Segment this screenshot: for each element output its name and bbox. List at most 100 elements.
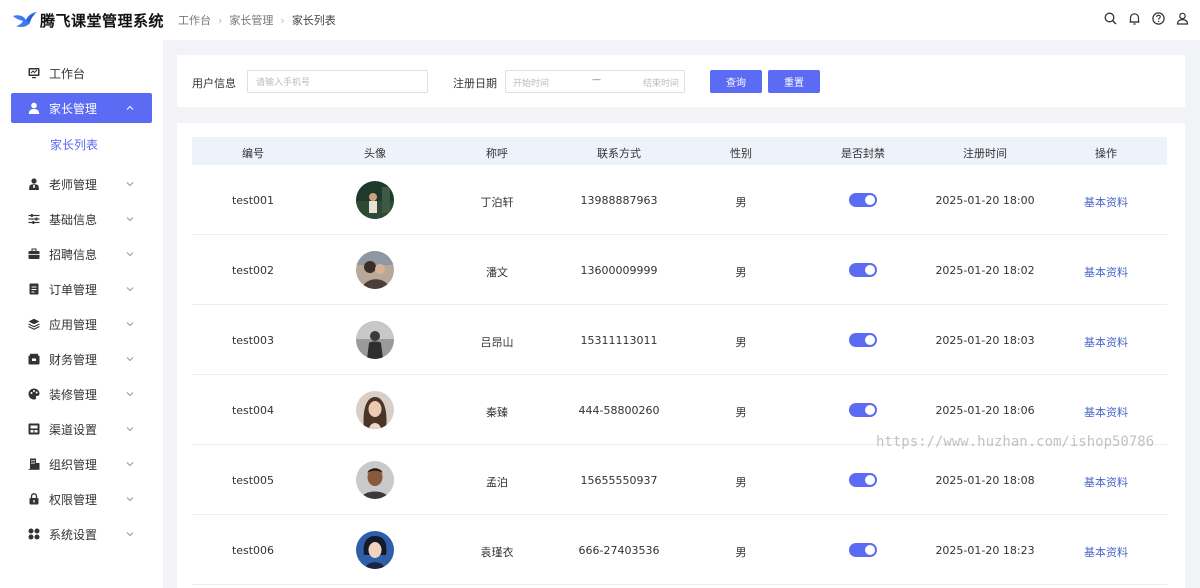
layers-icon — [28, 318, 40, 330]
cell-name: 潘文 — [486, 266, 508, 279]
cell-id: test004 — [231, 404, 275, 417]
reset-button[interactable]: 重置 — [768, 70, 820, 93]
cell-phone: 13600009999 — [580, 264, 658, 277]
sidebar-item-label: 系统设置 — [49, 527, 98, 542]
sidebar-item-label: 权限管理 — [49, 492, 98, 507]
basic-info-link[interactable]: 基本资料 — [1084, 474, 1128, 490]
chevron-down-icon — [126, 357, 134, 362]
cell-gender: 男 — [735, 406, 747, 419]
sidebar-item-parents[interactable]: 家长管理 — [11, 93, 152, 123]
table-row: test003 吕昂山 15311113011 男 2025-01-20 18:… — [192, 305, 1167, 375]
cell-gender: 男 — [735, 546, 747, 559]
basic-info-link[interactable]: 基本资料 — [1084, 264, 1128, 280]
chevron-down-icon — [126, 392, 134, 397]
cell-phone: 444-58800260 — [578, 404, 660, 417]
ban-toggle[interactable] — [849, 473, 877, 487]
ban-toggle[interactable] — [849, 403, 877, 417]
cell-registered: 2025-01-20 18:08 — [935, 474, 1035, 487]
avatar — [356, 181, 394, 219]
toggle-knob — [865, 545, 875, 555]
app-title: 腾飞课堂管理系统 — [40, 11, 165, 30]
sidebar-item-finance[interactable]: 财务管理 — [11, 344, 152, 374]
sidebar-item-label: 家长管理 — [49, 101, 98, 116]
breadcrumb-item-parents[interactable]: 家长管理 — [229, 12, 273, 28]
sidebar-item-channels[interactable]: 渠道设置 — [11, 414, 152, 444]
sidebar-subitem-parent-list[interactable]: 家长列表 — [50, 136, 98, 153]
cell-gender: 男 — [735, 476, 747, 489]
teacher-icon — [28, 178, 40, 190]
cell-phone: 15655550937 — [580, 474, 658, 487]
sliders-icon — [28, 213, 40, 225]
date-separator: — — [592, 75, 601, 85]
chevron-down-icon — [126, 287, 134, 292]
basic-info-link[interactable]: 基本资料 — [1084, 194, 1128, 210]
phone-search-input[interactable]: 请输入手机号 — [247, 70, 428, 93]
sidebar-item-label: 渠道设置 — [49, 422, 98, 437]
app-logo[interactable]: 腾飞课堂管理系统 — [0, 10, 170, 31]
sidebar-item-teachers[interactable]: 老师管理 — [11, 169, 152, 199]
breadcrumb: 工作台 › 家长管理 › 家长列表 — [178, 12, 336, 28]
date-range-picker[interactable]: 开始时间 — 结束时间 — [505, 70, 685, 93]
ban-toggle[interactable] — [849, 263, 877, 277]
toggle-knob — [865, 265, 875, 275]
column-header-actions: 操作 — [1095, 147, 1117, 160]
ban-toggle[interactable] — [849, 193, 877, 207]
search-icon[interactable] — [1103, 11, 1118, 26]
date-end-input[interactable]: 结束时间 — [643, 76, 679, 89]
breadcrumb-chevron-icon: › — [280, 13, 285, 27]
bird-logo-icon — [13, 12, 37, 27]
toggle-knob — [865, 405, 875, 415]
cell-id: test002 — [231, 264, 275, 277]
chevron-up-icon — [126, 105, 134, 110]
ban-toggle[interactable] — [849, 543, 877, 557]
help-icon[interactable] — [1151, 11, 1166, 26]
sidebar-item-workbench[interactable]: 工作台 — [11, 58, 152, 88]
chevron-down-icon — [126, 217, 134, 222]
palette-icon — [28, 388, 40, 400]
sidebar-item-organization[interactable]: 组织管理 — [11, 449, 152, 479]
cell-name: 秦臻 — [486, 406, 508, 419]
cell-name: 丁泊轩 — [480, 196, 514, 209]
sidebar-item-label: 基础信息 — [49, 212, 98, 227]
toggle-knob — [865, 475, 875, 485]
basic-info-link[interactable]: 基本资料 — [1084, 404, 1128, 420]
cell-name: 吕昂山 — [480, 336, 514, 349]
user-icon[interactable] — [1175, 11, 1190, 26]
table-header: 编号 头像 称呼 联系方式 性别 是否封禁 注册时间 操作 — [192, 137, 1167, 165]
wallet-icon — [28, 353, 40, 365]
toggle-knob — [865, 335, 875, 345]
table-row: test005 孟泊 15655550937 男 2025-01-20 18:0… — [192, 445, 1167, 515]
sidebar-item-orders[interactable]: 订单管理 — [11, 274, 152, 304]
sidebar-item-system-settings[interactable]: 系统设置 — [11, 519, 152, 549]
breadcrumb-item-workbench[interactable]: 工作台 — [178, 12, 211, 28]
top-header: 腾飞课堂管理系统 工作台 › 家长管理 › 家长列表 — [0, 0, 1200, 40]
cell-phone: 666-27403536 — [578, 544, 660, 557]
column-header-registered: 注册时间 — [963, 147, 1007, 160]
sidebar-item-label: 招聘信息 — [49, 247, 98, 262]
column-header-phone: 联系方式 — [597, 147, 641, 160]
user-info-label: 用户信息 — [192, 77, 236, 90]
sidebar-item-label: 老师管理 — [49, 177, 98, 192]
chevron-down-icon — [126, 497, 134, 502]
basic-info-link[interactable]: 基本资料 — [1084, 334, 1128, 350]
ban-toggle[interactable] — [849, 333, 877, 347]
chevron-down-icon — [126, 532, 134, 537]
breadcrumb-chevron-icon: › — [218, 13, 223, 27]
basic-info-link[interactable]: 基本资料 — [1084, 544, 1128, 560]
grid-icon — [28, 528, 40, 540]
sidebar-item-label: 应用管理 — [49, 317, 98, 332]
cell-registered: 2025-01-20 18:00 — [935, 194, 1035, 207]
query-button[interactable]: 查询 — [710, 70, 762, 93]
sidebar-item-recruitment[interactable]: 招聘信息 — [11, 239, 152, 269]
sidebar-item-decoration[interactable]: 装修管理 — [11, 379, 152, 409]
person-icon — [28, 102, 40, 114]
bell-icon[interactable] — [1127, 11, 1142, 26]
date-start-input[interactable]: 开始时间 — [513, 76, 549, 89]
cell-id: test001 — [231, 194, 275, 207]
channel-icon — [28, 423, 40, 435]
chevron-down-icon — [126, 182, 134, 187]
sidebar-item-permissions[interactable]: 权限管理 — [11, 484, 152, 514]
sidebar-item-apps[interactable]: 应用管理 — [11, 309, 152, 339]
cell-registered: 2025-01-20 18:02 — [935, 264, 1035, 277]
sidebar-item-basic-info[interactable]: 基础信息 — [11, 204, 152, 234]
